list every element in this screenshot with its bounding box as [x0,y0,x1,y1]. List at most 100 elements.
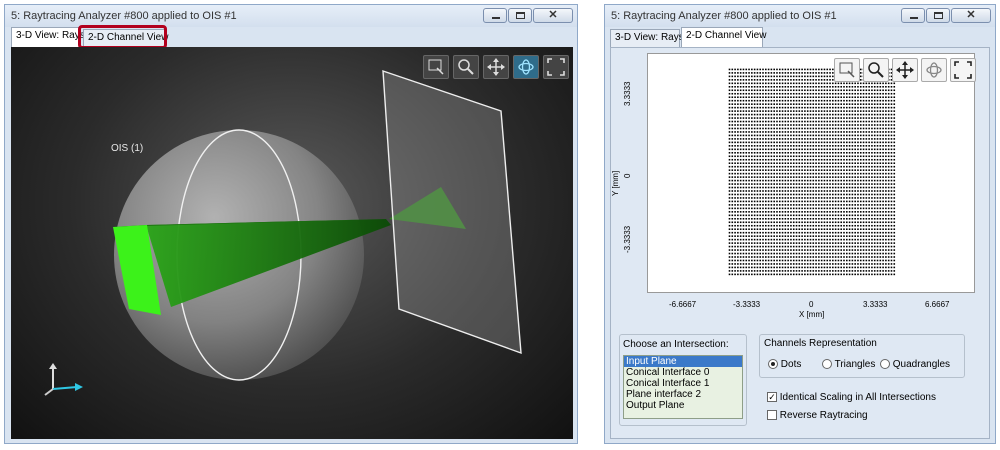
channel-dot [815,235,817,237]
channel-dot [759,256,762,258]
channel-dot [885,120,887,123]
channel-dot [742,165,745,168]
channel-dot [742,68,745,71]
channel-dot [851,96,854,99]
channel-dot [851,214,854,217]
list-item[interactable]: Conical Interface 0 [624,367,742,378]
channel-dot [745,68,748,71]
channel-dot [823,197,826,199]
channel-dot [890,176,893,178]
close-button[interactable]: ✕ [951,8,991,23]
channel-dot [826,113,829,116]
channel-dot [848,117,851,119]
channel-dot [873,117,876,119]
channel-dot [731,72,734,74]
channel-dot [834,124,837,126]
rotate-button[interactable] [921,58,947,82]
channel-dot [765,110,767,112]
maximize-button[interactable] [926,8,950,23]
channel-dot [843,151,845,154]
channel-dot [776,85,778,88]
channel-dot [873,273,876,276]
radio-dots-indicator[interactable] [768,359,778,370]
list-item[interactable]: Output Plane [624,400,742,411]
tab-3d-view[interactable]: 3-D View: Rays [610,29,684,47]
channel-dot [753,79,756,81]
channel-dot [773,263,775,265]
radio-quadrangles-indicator[interactable] [880,359,890,370]
fit-view-button[interactable] [543,55,569,79]
channel-dot [843,124,845,126]
channel-dot [734,172,736,175]
channel-dot [787,165,789,168]
channel-plot[interactable] [647,53,976,293]
minimize-button[interactable] [483,8,507,23]
channel-dot [790,169,792,171]
channel-dot [862,217,865,220]
channel-dot [765,252,767,255]
reverse-raytracing-checkbox[interactable]: Reverse Raytracing [767,410,868,421]
channel-dot [759,190,762,192]
channel-dot [792,224,795,227]
channel-dot [859,134,862,137]
radio-triangles[interactable]: Triangles [822,359,875,370]
tab-3d-view[interactable]: 3-D View: Rays [11,27,85,47]
channel-dot [818,259,820,262]
pan-button[interactable] [892,58,918,82]
channel-dot [770,72,773,74]
channel-dot [885,190,887,192]
channel-dot [790,249,792,251]
channel-dot [734,190,736,192]
channel-dot [882,165,884,168]
list-item[interactable]: Input Plane [624,356,742,367]
rotate-button[interactable] [513,55,539,79]
channel-dot [879,190,882,192]
channel-dot [753,176,756,178]
channel-dot [818,141,820,144]
channel-dot [834,221,837,224]
channel-dot [879,169,882,171]
3d-viewport[interactable]: OIS (1) [11,47,573,439]
channel-dot [753,99,756,102]
maximize-button[interactable] [508,8,532,23]
pan-button[interactable] [483,55,509,79]
list-item[interactable]: Plane interface 2 [624,389,742,400]
channel-dot [731,259,734,262]
tab-2d-channel-view[interactable]: 2-D Channel View [681,27,766,47]
channel-dot [890,117,893,119]
intersection-listbox[interactable]: Input Plane Conical Interface 0 Conical … [623,355,743,419]
channel-dot [781,117,784,119]
channel-dot [737,110,739,112]
identical-scaling-checkbox[interactable]: ✓ Identical Scaling in All Intersections [767,392,936,403]
reverse-raytracing-check[interactable] [767,410,777,421]
channel-dot [784,179,787,182]
channel-dot [742,270,745,272]
zoom-box-button[interactable] [423,55,449,79]
channel-dot [859,217,862,220]
channel-dot [848,134,851,137]
radio-triangles-indicator[interactable] [822,359,832,370]
channel-dot [812,224,815,227]
zoom-box-button[interactable] [834,58,860,82]
list-item[interactable]: Conical Interface 1 [624,378,742,389]
channel-dot [885,113,887,116]
channel-dot [748,238,750,241]
channel-dot [857,238,859,241]
channel-dot [776,89,778,92]
zoom-button[interactable] [863,58,889,82]
channel-dot [848,120,851,123]
channel-dot [753,193,756,196]
zoom-button[interactable] [453,55,479,79]
channel-dot [792,127,795,130]
minimize-button[interactable] [901,8,925,23]
radio-dots[interactable]: Dots [768,359,801,370]
channel-dot [765,124,767,126]
channel-dot [854,186,856,189]
channel-dot [759,183,762,185]
channel-dot [859,141,862,144]
close-button[interactable]: ✕ [533,8,573,23]
fit-view-button[interactable] [950,58,976,82]
identical-scaling-check[interactable]: ✓ [767,392,777,403]
radio-quadrangles[interactable]: Quadrangles [880,359,950,370]
channel-dot [812,179,815,182]
